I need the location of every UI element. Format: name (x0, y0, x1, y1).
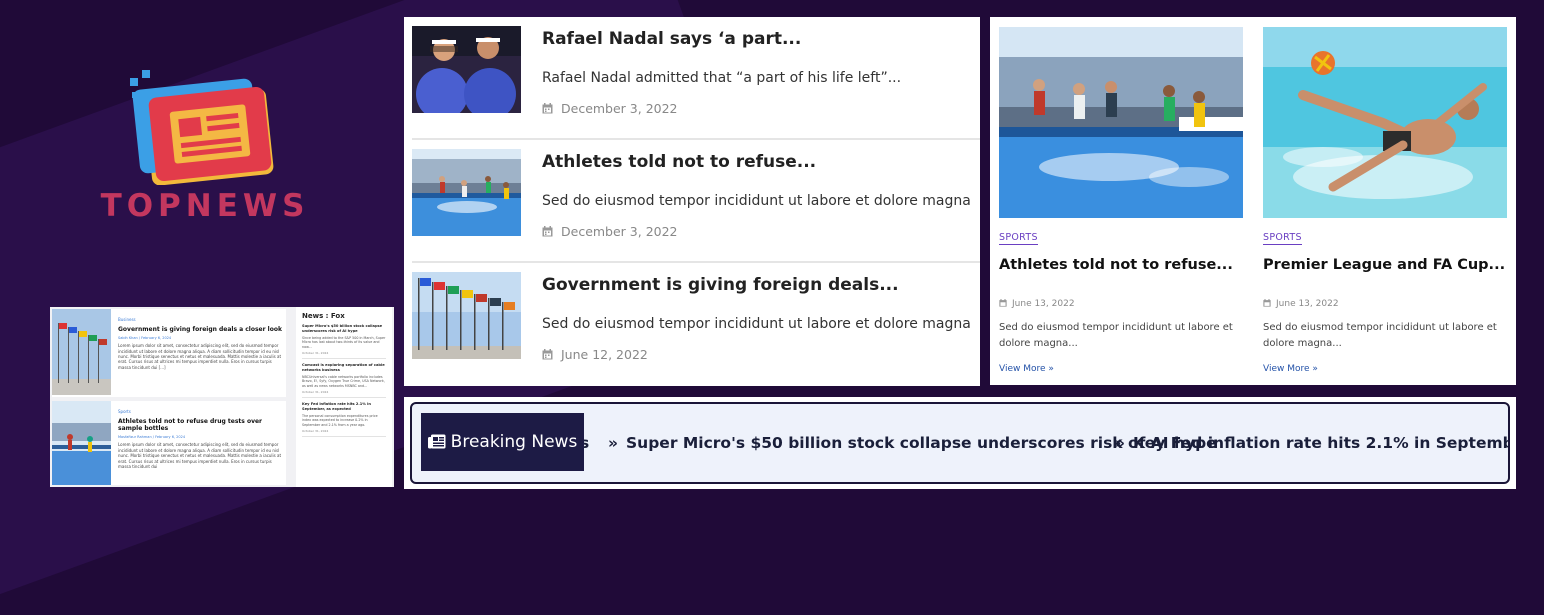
preview-sidebar-item[interactable]: Key Fed inflation rate hits 2.1% in Sept… (302, 402, 386, 437)
card-date: June 13, 2022 (999, 299, 1075, 309)
preview-excerpt: Lorem ipsum dolor sit amet, consectetur … (118, 343, 282, 370)
breaking-news-container: s » Super Micro's $50 billion stock colla… (410, 402, 1510, 484)
calendar-icon (999, 299, 1007, 307)
beach-soccer-image[interactable] (1263, 27, 1507, 218)
card-title[interactable]: Athletes told not to refuse... (999, 257, 1233, 273)
preview-sidebar-item[interactable]: Comcast is exploring separation of cable… (302, 363, 386, 398)
card-excerpt: Sed do eiusmod tempor incididunt ut labo… (999, 322, 1233, 349)
news-card[interactable]: SPORTS Athletes told not to refuse... Ju… (999, 27, 1243, 377)
news-date-text: December 3, 2022 (561, 224, 678, 239)
double-chevron-icon: » (608, 434, 619, 452)
preview-title[interactable]: Government is giving foreign deals a clo… (118, 326, 284, 333)
tennis-players-image[interactable] (412, 26, 521, 113)
preview-meta: Sabih Khan / February 6, 2024 (118, 336, 172, 341)
preview-sidebar-text: NBCUniversal's cable networks portfolio … (302, 374, 385, 388)
athletes-steeplechase-image[interactable] (412, 149, 521, 236)
card-category[interactable]: SPORTS (1263, 232, 1302, 245)
card-title[interactable]: Premier League and FA Cup... (1263, 257, 1505, 273)
flags-thumbnail-image (52, 309, 111, 395)
preview-meta: Mosfafizur Rahman / February 6, 2024 (118, 435, 186, 440)
card-category[interactable]: SPORTS (999, 232, 1038, 245)
calendar-icon (1263, 299, 1271, 307)
preview-article[interactable]: Sports Athletes told not to refuse drug … (52, 401, 286, 485)
view-more-link[interactable]: View More » (999, 364, 1054, 374)
preview-sidebar-item[interactable]: Super Micro's $50 billion stock collapse… (302, 324, 386, 359)
preview-sidebar-headline[interactable]: Super Micro's $50 billion stock collapse… (302, 324, 386, 334)
card-date: June 13, 2022 (1263, 299, 1339, 309)
flags-image[interactable] (412, 272, 521, 359)
preview-category[interactable]: Business (118, 317, 284, 322)
news-title[interactable]: Athletes told not to refuse... (542, 152, 816, 172)
news-date: December 3, 2022 (542, 224, 678, 239)
news-date: June 12, 2022 (542, 347, 648, 362)
news-date: December 3, 2022 (542, 101, 678, 116)
preview-sidebar-text: Since being added to the S&P 500 in Marc… (302, 335, 386, 349)
news-excerpt: Rafael Nadal admitted that “a part of hi… (542, 70, 902, 86)
preview-sidebar-meta: October 31, 2024 (302, 429, 329, 433)
preview-sidebar-text: The personal consumption expenditures pr… (302, 413, 378, 427)
news-date-text: June 12, 2022 (561, 347, 648, 362)
view-more-link[interactable]: View More » (1263, 364, 1318, 374)
news-title[interactable]: Government is giving foreign deals... (542, 275, 899, 295)
preview-sidebar-title: News : Fox (302, 312, 345, 320)
breaking-news-bar: s » Super Micro's $50 billion stock colla… (404, 397, 1516, 489)
preview-sidebar: News : Fox Super Micro's $50 billion sto… (296, 307, 392, 487)
card-excerpt: Sed do eiusmod tempor incididunt ut labo… (1263, 322, 1497, 349)
athletes-thumbnail-image (52, 401, 111, 485)
news-title[interactable]: Rafael Nadal says ‘a part... (542, 29, 801, 49)
news-cards-panel: SPORTS Athletes told not to refuse... Ju… (990, 17, 1516, 385)
news-date-text: December 3, 2022 (561, 101, 678, 116)
brand-logo: TOPNEWS (100, 70, 310, 230)
preview-category[interactable]: Sports (118, 409, 284, 414)
news-excerpt: Sed do eiusmod tempor incididunt ut labo… (542, 193, 972, 209)
news-list-panel: Rafael Nadal says ‘a part... Rafael Nada… (404, 17, 980, 386)
breaking-news-label-text: Breaking News (450, 432, 578, 452)
news-card[interactable]: SPORTS Premier League and FA Cup... June… (1263, 27, 1507, 377)
ticker-item-text[interactable]: Key Fed inflation rate hits 2.1% in Sept… (1133, 434, 1508, 452)
preview-title[interactable]: Athletes told not to refuse drug tests o… (118, 418, 284, 432)
ticker-item[interactable]: » Key Fed inflation rate hits 2.1% in Sep… (1115, 404, 1508, 482)
preview-sidebar-meta: October 31, 2024 (302, 390, 329, 394)
calendar-icon (542, 349, 553, 360)
news-list-item[interactable]: Rafael Nadal says ‘a part... Rafael Nada… (412, 17, 980, 140)
calendar-icon (542, 226, 553, 237)
news-list-item[interactable]: Government is giving foreign deals... Se… (412, 263, 980, 386)
news-excerpt: Sed do eiusmod tempor incididunt ut labo… (542, 316, 972, 332)
athletes-steeplechase-image[interactable] (999, 27, 1243, 218)
calendar-icon (542, 103, 553, 114)
preview-excerpt: Lorem ipsum dolor sit amet, consectetur … (118, 442, 282, 469)
newspaper-logo-icon (130, 70, 274, 185)
preview-sidebar-headline[interactable]: Key Fed inflation rate hits 2.1% in Sept… (302, 402, 386, 412)
preview-sidebar-meta: October 31, 2024 (302, 351, 329, 355)
card-date-text: June 13, 2022 (1276, 299, 1339, 309)
double-chevron-icon: » (1115, 434, 1126, 452)
news-list-item[interactable]: Athletes told not to refuse... Sed do ei… (412, 140, 980, 263)
preview-article-list: Business Government is giving foreign de… (50, 307, 288, 487)
preview-article[interactable]: Business Government is giving foreign de… (52, 309, 286, 397)
site-preview-thumbnail: Business Government is giving foreign de… (50, 307, 394, 487)
card-date-text: June 13, 2022 (1012, 299, 1075, 309)
breaking-news-label: Breaking News (421, 413, 584, 471)
newspaper-icon (427, 434, 446, 449)
preview-sidebar-headline[interactable]: Comcast is exploring separation of cable… (302, 363, 386, 373)
brand-name: TOPNEWS (100, 188, 310, 224)
